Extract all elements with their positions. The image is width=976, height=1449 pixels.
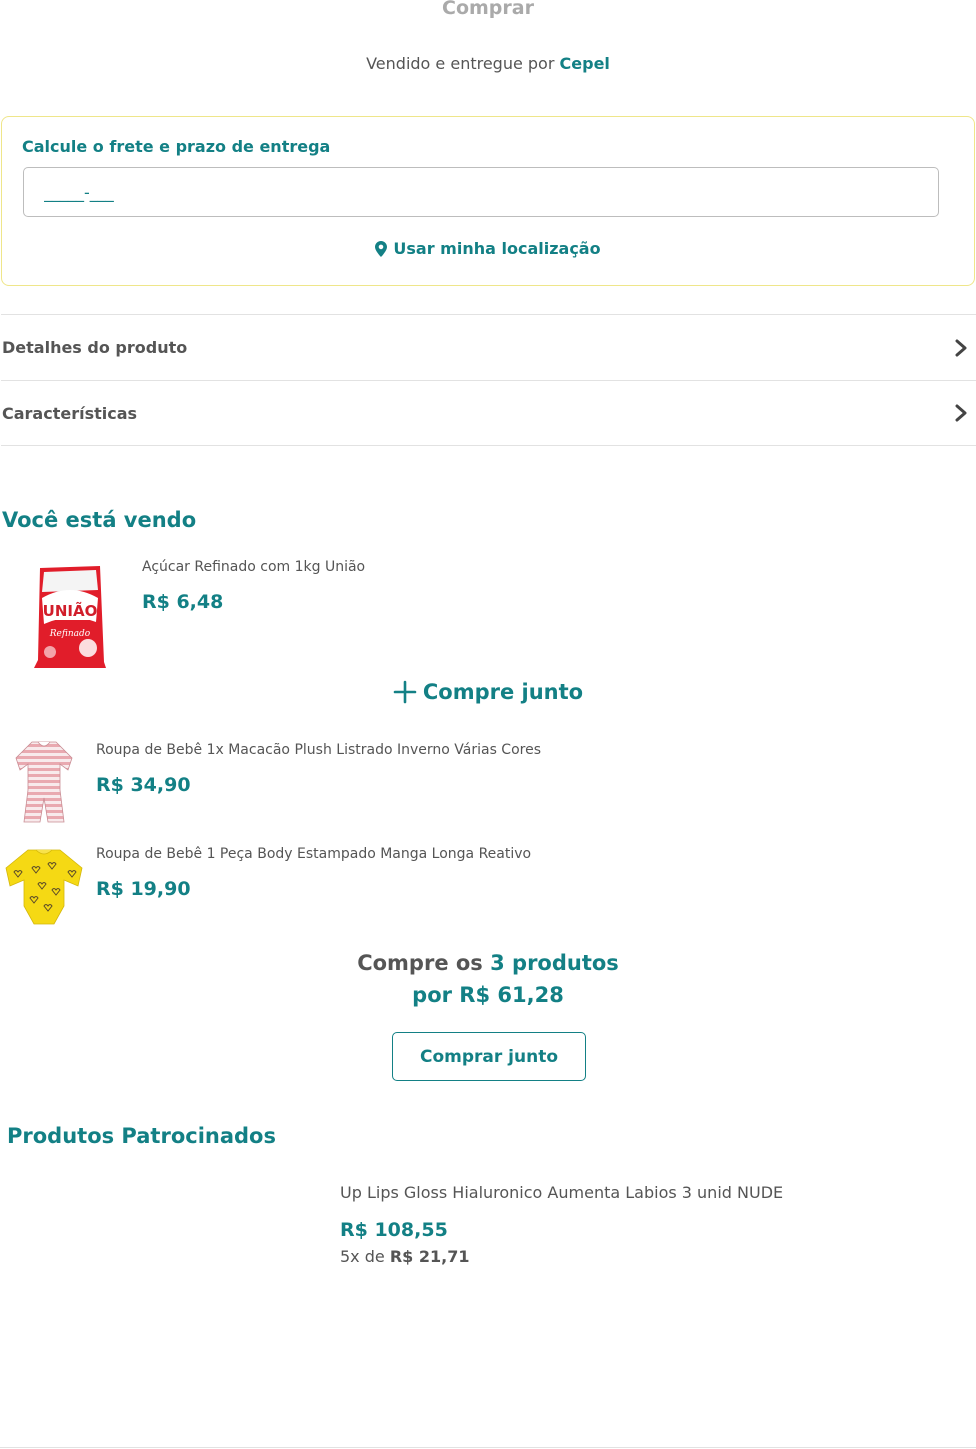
buy-label[interactable]: Comprar bbox=[0, 0, 976, 19]
together-item-1-price: R$ 34,90 bbox=[96, 774, 191, 796]
bundle-total-line: Compre os 3 produtos bbox=[0, 951, 976, 975]
map-pin-icon bbox=[375, 240, 388, 257]
baby-romper-image[interactable] bbox=[12, 738, 76, 826]
together-item-2-price: R$ 19,90 bbox=[96, 878, 191, 900]
accordion-characteristics[interactable]: Características bbox=[1, 380, 976, 446]
installment-prefix: 5x de bbox=[340, 1247, 385, 1266]
bundle-total-price: por R$ 61,28 bbox=[412, 983, 564, 1007]
sponsored-product-price: R$ 108,55 bbox=[340, 1219, 448, 1241]
shipping-title: Calcule o frete e prazo de entrega bbox=[22, 137, 331, 156]
sugar-sub-text: Refinado bbox=[49, 629, 91, 639]
installment-value: R$ 21,71 bbox=[389, 1247, 470, 1266]
accordion-label: Características bbox=[2, 403, 138, 423]
use-location-label: Usar minha localização bbox=[393, 239, 601, 258]
bundle-total-count: 3 produtos bbox=[490, 951, 619, 975]
cep-input[interactable] bbox=[23, 167, 939, 217]
accordion-label: Detalhes do produto bbox=[2, 338, 188, 357]
buy-together-heading-text: Compre junto bbox=[422, 680, 584, 704]
shipping-calculator: Calcule o frete e prazo de entrega Usar … bbox=[1, 116, 975, 286]
sold-by-prefix: Vendido e entregue por bbox=[366, 54, 555, 73]
accordion-product-details[interactable]: Detalhes do produto bbox=[1, 314, 976, 380]
selling-section-title: Você está vendo bbox=[2, 508, 197, 532]
sponsored-product-name[interactable]: Up Lips Gloss Hialuronico Aumenta Labios… bbox=[340, 1183, 783, 1202]
main-product-price: R$ 6,48 bbox=[142, 591, 224, 613]
together-item-2-name[interactable]: Roupa de Bebê 1 Peça Body Estampado Mang… bbox=[96, 846, 531, 862]
sugar-bag-image[interactable]: UNIÃO Refinado bbox=[30, 562, 110, 672]
buy-together-heading: Compre junto bbox=[0, 680, 976, 704]
seller-link[interactable]: Cepel bbox=[560, 54, 610, 73]
plus-icon bbox=[393, 680, 417, 704]
buy-together-button[interactable]: Comprar junto bbox=[392, 1032, 586, 1081]
use-location-link[interactable]: Usar minha localização bbox=[2, 239, 974, 258]
together-item-1-name[interactable]: Roupa de Bebê 1x Macacão Plush Listrado … bbox=[96, 742, 541, 758]
sugar-brand-text: UNIÃO bbox=[43, 601, 98, 620]
bottom-divider bbox=[0, 1447, 976, 1448]
baby-bodysuit-image[interactable] bbox=[2, 846, 86, 928]
chevron-right-icon bbox=[955, 404, 967, 422]
sponsored-section-title: Produtos Patrocinados bbox=[7, 1124, 276, 1148]
bundle-total-prefix: Compre os bbox=[357, 951, 483, 975]
sponsored-product-installment: 5x de R$ 21,71 bbox=[340, 1247, 469, 1266]
sold-by-line: Vendido e entregue por Cepel bbox=[0, 54, 976, 73]
main-product-name[interactable]: Açúcar Refinado com 1kg União bbox=[142, 559, 365, 575]
chevron-right-icon bbox=[955, 339, 967, 356]
